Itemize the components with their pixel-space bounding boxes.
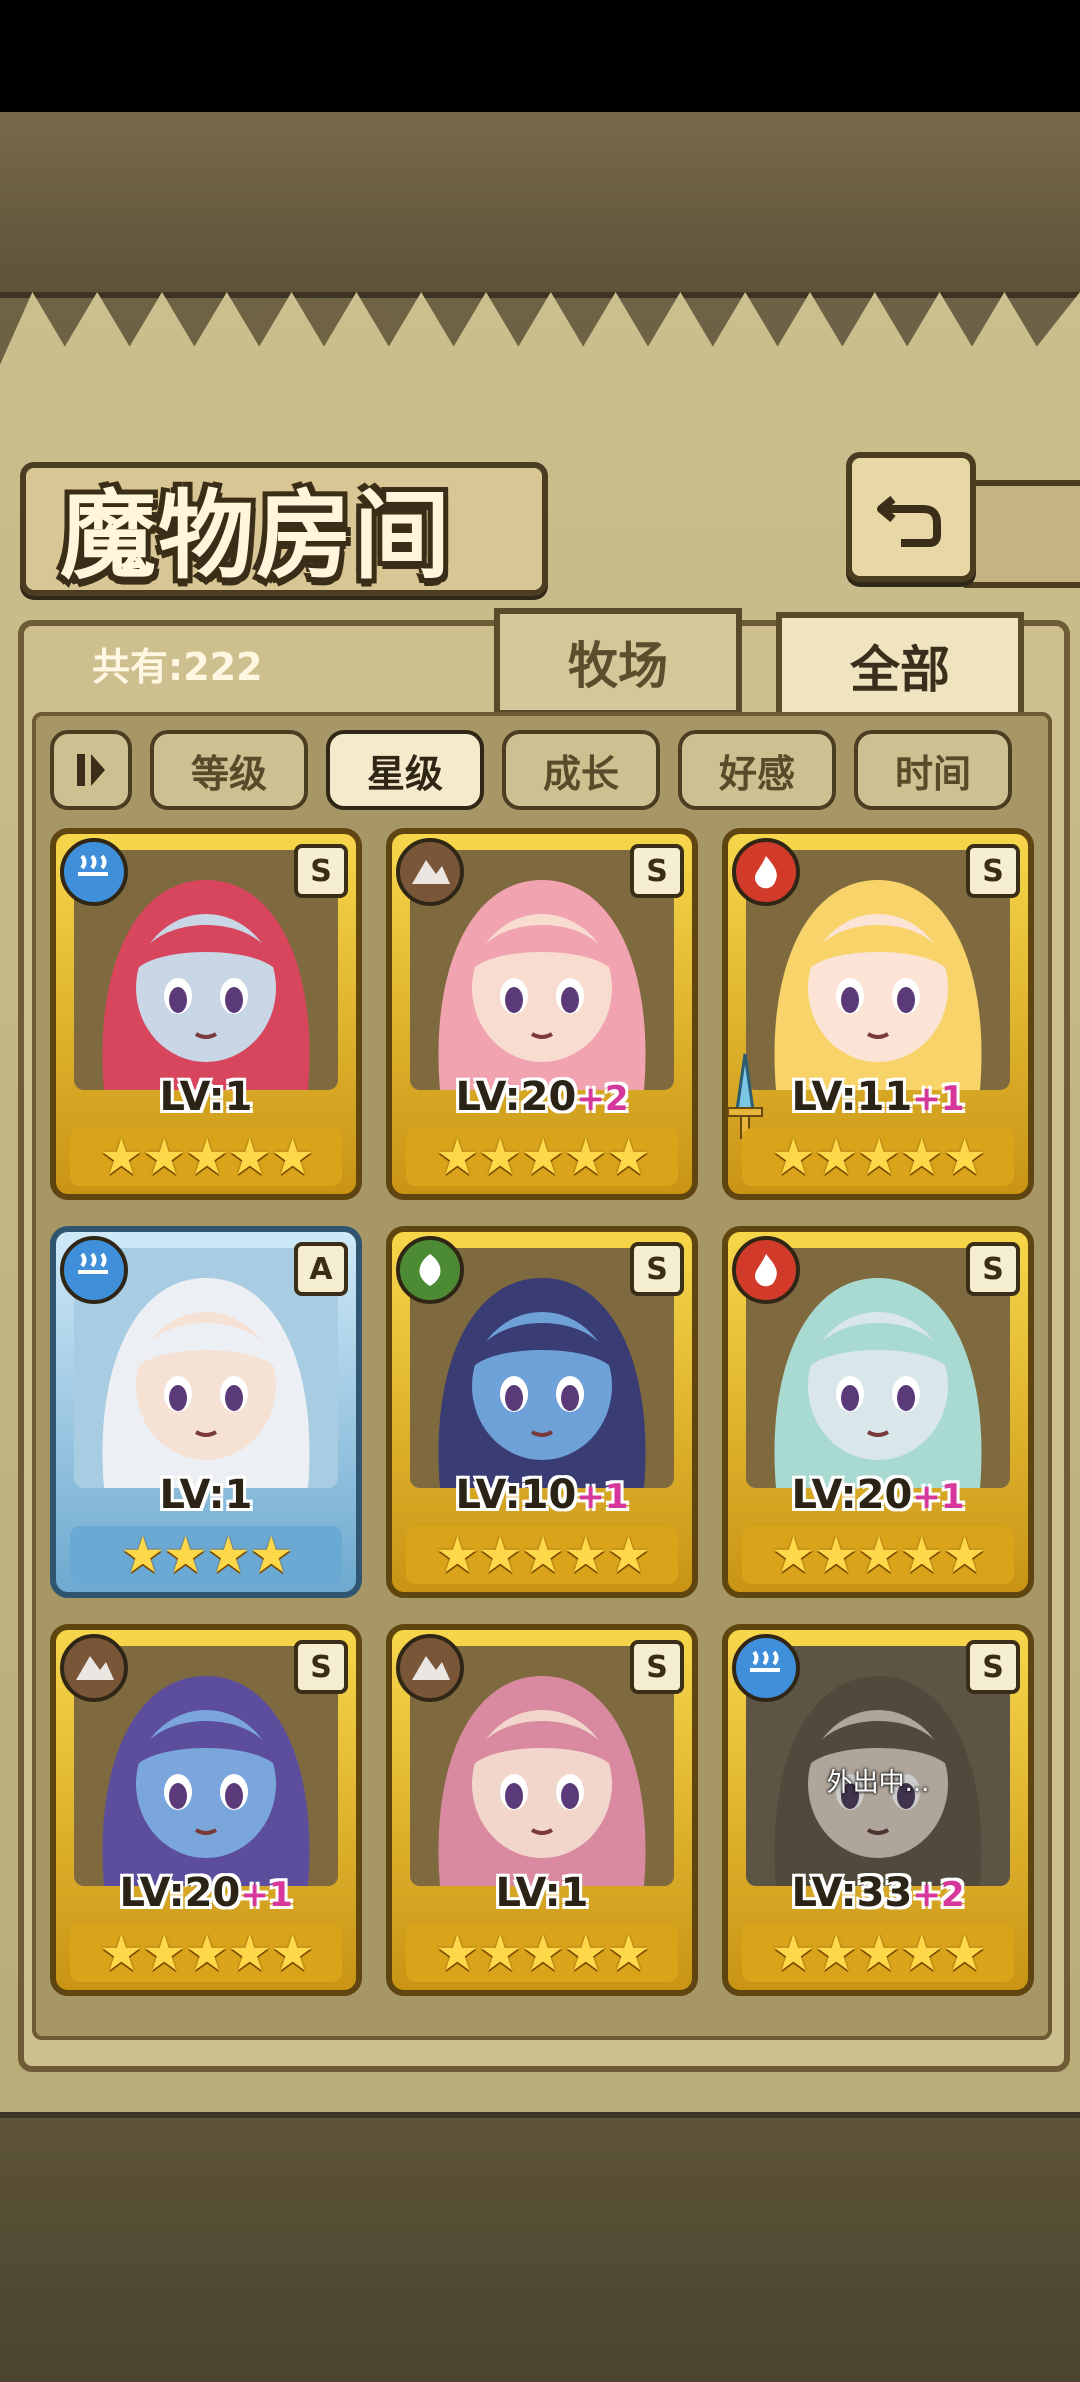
earth-element-icon [396,1634,464,1702]
sort-order-toggle[interactable] [50,730,132,810]
earth-element-icon [60,1634,128,1702]
level-bonus: +2 [576,1079,629,1119]
level-bonus: +1 [912,1079,965,1119]
monster-card[interactable]: S LV:11+1 ★★★★★ [722,828,1034,1200]
level-bonus: +1 [240,1875,293,1915]
tab-ranch[interactable]: 牧场 [494,608,742,716]
level-bonus: +1 [912,1477,965,1517]
star-rating: ★★★★★ [742,1526,1014,1584]
sort-stars[interactable]: 星级 [326,730,484,810]
level-bonus: +2 [912,1875,965,1915]
fire-element-icon [732,838,800,906]
sort-affection[interactable]: 好感 [678,730,836,810]
level-value: LV:20 [119,1870,241,1916]
level-label: LV:1 [50,1074,362,1120]
wood-element-icon [396,1236,464,1304]
star-rating: ★★★★★ [70,1128,342,1186]
sort-time[interactable]: 时间 [854,730,1012,810]
rank-badge: S [966,1242,1020,1296]
level-label: LV:11+1 [722,1074,1034,1120]
monster-card[interactable]: S LV:10+1 ★★★★★ [386,1226,698,1598]
level-value: LV:11 [791,1074,913,1120]
monster-card[interactable]: S LV:20+1 ★★★★★ [50,1624,362,1996]
back-button-rail [964,480,1080,588]
level-value: LV:10 [455,1472,577,1518]
earth-element-icon [396,838,464,906]
monster-card[interactable]: S LV:20+1 ★★★★★ [722,1226,1034,1598]
star-rating: ★★★★★ [406,1128,678,1186]
star-rating: ★★★★ [70,1526,342,1584]
star-rating: ★★★★★ [406,1924,678,1982]
level-value: LV:1 [495,1870,589,1916]
monster-card[interactable]: S LV:1 ★★★★★ [50,828,362,1200]
rank-badge: S [630,844,684,898]
rank-badge: S [294,1640,348,1694]
status-bar [0,0,1080,112]
return-arrow-icon [877,495,941,547]
monster-card[interactable]: A LV:1 ★★★★ [50,1226,362,1598]
star-rating: ★★★★★ [742,1924,1014,1982]
status-label: 外出中... [826,1768,930,1798]
level-value: LV:33 [791,1870,913,1916]
star-rating: ★★★★★ [70,1924,342,1982]
monster-card[interactable]: S LV:20+2 ★★★★★ [386,828,698,1200]
sort-level[interactable]: 等级 [150,730,308,810]
back-button[interactable] [846,452,976,582]
level-label: LV:20+1 [722,1472,1034,1518]
rank-badge: S [294,844,348,898]
level-label: LV:20+2 [386,1074,698,1120]
level-value: LV:1 [159,1074,253,1120]
map-background-bottom [0,2112,1080,2382]
water-element-icon [60,1236,128,1304]
monster-card[interactable]: S 外出中... LV:33+2 ★★★★★ [722,1624,1034,1996]
water-element-icon [732,1634,800,1702]
level-bonus: +1 [576,1477,629,1517]
sort-growth[interactable]: 成长 [502,730,660,810]
level-value: LV:1 [159,1472,253,1518]
star-rating: ★★★★★ [406,1526,678,1584]
map-background-top [0,112,1080,298]
page-title: 魔物房间 [60,480,452,592]
level-label: LV:33+2 [722,1870,1034,1916]
level-label: LV:1 [386,1870,698,1916]
rank-badge: S [630,1640,684,1694]
monster-count: 共有:222 [92,645,263,689]
level-label: LV:1 [50,1472,362,1518]
fire-element-icon [732,1236,800,1304]
level-label: LV:20+1 [50,1870,362,1916]
monster-card[interactable]: S LV:1 ★★★★★ [386,1624,698,1996]
rank-badge: S [966,1640,1020,1694]
star-rating: ★★★★★ [742,1128,1014,1186]
tab-all[interactable]: 全部 [776,612,1024,720]
rank-badge: S [966,844,1020,898]
order-toggle-icon [77,754,105,786]
level-value: LV:20 [455,1074,577,1120]
level-label: LV:10+1 [386,1472,698,1518]
water-element-icon [60,838,128,906]
level-value: LV:20 [791,1472,913,1518]
rank-badge: S [630,1242,684,1296]
rank-badge: A [294,1242,348,1296]
